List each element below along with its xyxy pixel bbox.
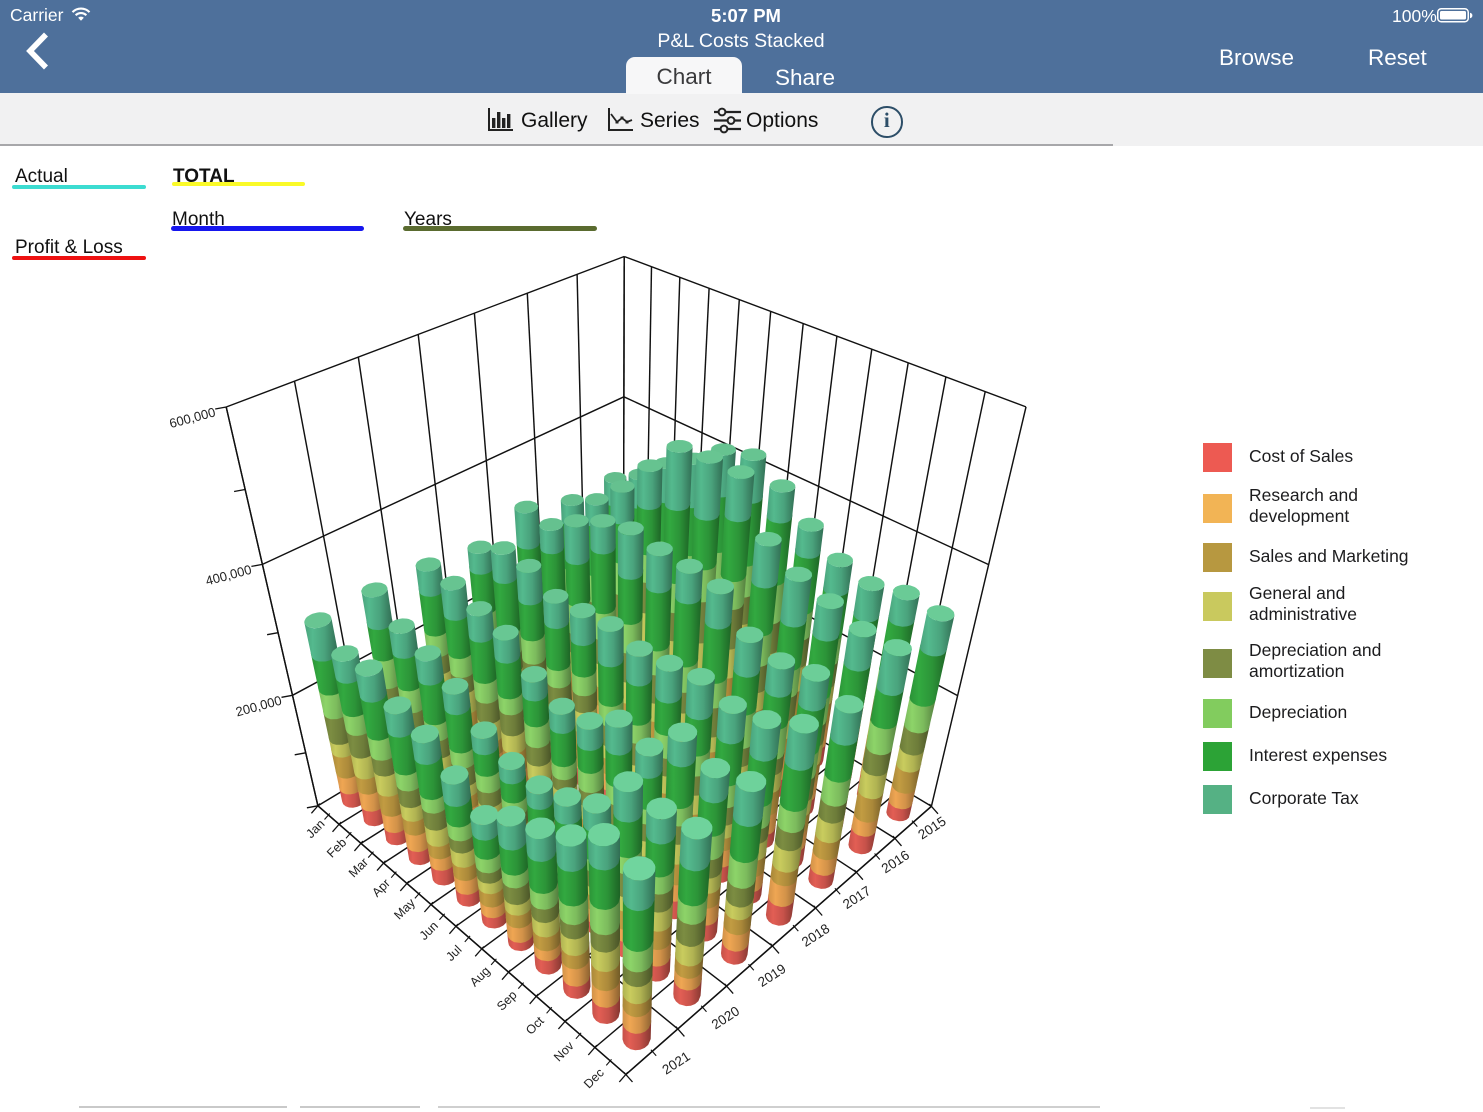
svg-text:2019: 2019 xyxy=(755,961,788,990)
svg-text:Oct: Oct xyxy=(523,1013,547,1037)
svg-text:Jun: Jun xyxy=(417,919,441,943)
svg-text:May: May xyxy=(391,895,418,922)
svg-text:Nov: Nov xyxy=(551,1038,577,1064)
svg-text:2018: 2018 xyxy=(799,921,832,950)
svg-text:Mar: Mar xyxy=(346,855,371,880)
svg-text:200,000: 200,000 xyxy=(234,693,283,720)
svg-text:Feb: Feb xyxy=(324,835,349,860)
svg-text:600,000: 600,000 xyxy=(168,404,217,431)
svg-text:2015: 2015 xyxy=(915,813,948,842)
svg-text:Aug: Aug xyxy=(467,964,493,990)
svg-text:Apr: Apr xyxy=(369,876,393,900)
svg-text:2017: 2017 xyxy=(840,883,873,912)
svg-text:Jul: Jul xyxy=(443,943,464,964)
svg-text:400,000: 400,000 xyxy=(204,562,253,589)
svg-text:Dec: Dec xyxy=(581,1066,607,1092)
svg-text:Jan: Jan xyxy=(303,817,327,841)
svg-text:2016: 2016 xyxy=(879,847,912,876)
svg-text:Sep: Sep xyxy=(494,988,520,1014)
svg-text:2020: 2020 xyxy=(709,1003,742,1032)
svg-text:2021: 2021 xyxy=(659,1049,692,1078)
